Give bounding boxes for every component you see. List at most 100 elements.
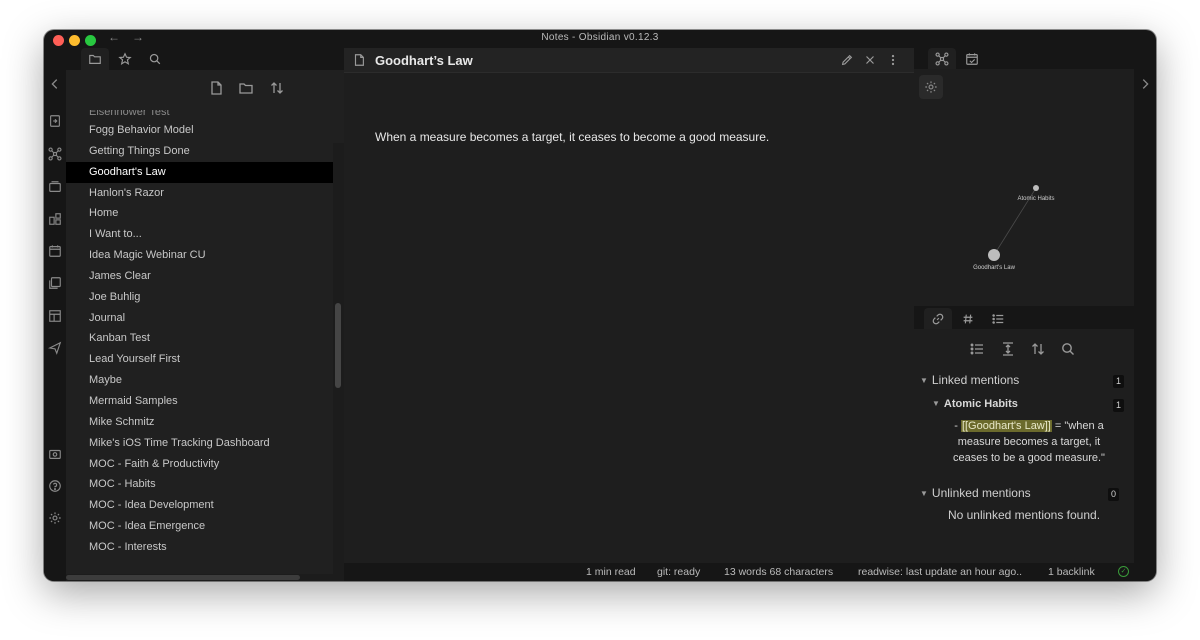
more-options-icon[interactable] (886, 53, 900, 67)
file-item-partial[interactable]: Eisenhower Test (66, 110, 333, 120)
sort-results-icon[interactable] (1030, 341, 1046, 357)
backlinks-pane: ▼ Linked mentions 1 ▼ Atomic Habits 1 - [[… (914, 329, 1134, 563)
plugin-icon[interactable] (48, 212, 62, 226)
file-item[interactable]: Idea Magic Webinar CU (66, 245, 333, 266)
vault-icon[interactable] (48, 447, 62, 461)
file-list-vertical-scrollbar[interactable] (333, 143, 344, 581)
local-graph-tab-icon[interactable] (928, 48, 956, 69)
starred-tab-icon[interactable] (111, 48, 139, 70)
status-bar: 1 min read git: ready 13 words 68 charac… (344, 563, 1134, 581)
source-note-label: Atomic Habits (943, 398, 1018, 410)
settings-icon[interactable] (48, 511, 62, 525)
graph-node-label: Goodhart's Law (973, 265, 1016, 271)
daily-note-icon[interactable] (48, 244, 62, 258)
search-results-icon[interactable] (1060, 341, 1076, 357)
right-sidebar: Atomic Habits Goodhart's Law ▼ Linked me… (914, 48, 1134, 563)
mention-link-highlight[interactable]: [[Goodhart's Law]] (960, 420, 1052, 432)
file-item[interactable]: Maybe (66, 370, 333, 391)
file-item[interactable]: James Clear (66, 266, 333, 287)
file-item[interactable]: Hanlon's Razor (66, 183, 333, 204)
vertical-scroll-thumb[interactable] (335, 303, 341, 388)
templates-icon[interactable] (48, 276, 62, 290)
explorer-actions (66, 80, 344, 100)
outline-tab-icon[interactable] (984, 308, 1012, 329)
file-item[interactable]: Home (66, 203, 333, 224)
file-item-active[interactable]: Goodhart's Law (66, 161, 333, 183)
file-item[interactable]: Journal (66, 308, 333, 329)
slides-icon[interactable] (48, 180, 62, 194)
file-item[interactable]: Kanban Test (66, 328, 333, 349)
mention-snippet[interactable]: - [[Goodhart's Law]] = "when a measure b… (944, 418, 1114, 466)
linked-source-note[interactable]: ▼ Atomic Habits (932, 398, 1018, 410)
send-icon[interactable] (48, 341, 62, 355)
new-folder-icon[interactable] (238, 80, 256, 98)
sort-icon[interactable] (269, 80, 287, 98)
file-item[interactable]: Lead Yourself First (66, 349, 333, 370)
sync-check-icon[interactable]: ✓ (1118, 566, 1129, 577)
editor-pane: Goodhart’s Law When a measure becomes a … (344, 48, 914, 563)
file-list-horizontal-scrollbar[interactable] (66, 574, 333, 581)
file-item[interactable]: MOC - Faith & Productivity (66, 454, 333, 475)
app-window: ← → Notes - Obsidian v0.12.3 Eisenhower … (44, 30, 1156, 581)
file-item[interactable]: MOC - Idea Emergence (66, 516, 333, 537)
collapse-left-icon[interactable] (48, 77, 62, 91)
file-item[interactable]: MOC - Idea Development (66, 495, 333, 516)
note-content[interactable]: When a measure becomes a target, it ceas… (375, 130, 769, 144)
file-item[interactable]: MOC - Habits (66, 474, 333, 495)
source-note-count: 1 (1113, 399, 1124, 412)
linked-mentions-count: 1 (1113, 375, 1124, 388)
graph-view-icon[interactable] (48, 147, 62, 161)
status-read-time: 1 min read (586, 566, 636, 578)
help-icon[interactable] (48, 479, 62, 493)
horizontal-scroll-thumb[interactable] (66, 575, 300, 580)
graph-settings-icon[interactable] (919, 75, 943, 99)
show-more-context-icon[interactable] (1000, 341, 1016, 357)
graph-node-goodharts-law (988, 249, 1000, 261)
left-ribbon (44, 48, 66, 581)
file-item[interactable]: Mike's iOS Time Tracking Dashboard (66, 433, 333, 454)
title-bar: ← → Notes - Obsidian v0.12.3 (44, 30, 1156, 48)
unlinked-mentions-header[interactable]: ▼ Unlinked mentions (920, 486, 1031, 500)
right-sidebar-top-tabs (914, 48, 1134, 69)
window-title: Notes - Obsidian v0.12.3 (541, 32, 659, 43)
new-note-icon[interactable] (208, 80, 226, 98)
search-tab-icon[interactable] (141, 48, 169, 70)
edit-pencil-icon[interactable] (840, 53, 854, 67)
file-item[interactable]: Mermaid Samples (66, 391, 333, 412)
file-item[interactable]: Getting Things Done (66, 141, 333, 162)
file-item[interactable]: Joe Buhlig (66, 287, 333, 308)
right-ribbon (1134, 48, 1156, 581)
backlinks-tab-icon[interactable] (924, 308, 952, 329)
view-header: Goodhart’s Law (344, 48, 914, 73)
linked-mentions-label: Linked mentions (931, 373, 1020, 387)
file-item[interactable]: Fogg Behavior Model (66, 120, 333, 141)
collapse-triangle-icon: ▼ (920, 489, 928, 498)
left-sidebar-tabs (66, 48, 344, 70)
note-title[interactable]: Goodhart’s Law (375, 53, 473, 68)
file-list: Eisenhower Test Fogg Behavior Model Gett… (66, 110, 333, 574)
file-item[interactable]: Mike Schmitz (66, 412, 333, 433)
linked-mentions-header[interactable]: ▼ Linked mentions (920, 373, 1019, 387)
status-readwise[interactable]: readwise: last update an hour ago.. (858, 566, 1022, 578)
graph-node-atomic-habits (1033, 185, 1039, 191)
status-word-count: 13 words 68 characters (724, 566, 834, 578)
local-graph-pane[interactable]: Atomic Habits Goodhart's Law (914, 69, 1134, 306)
collapse-right-icon[interactable] (1138, 77, 1152, 91)
calendar-tab-icon[interactable] (958, 48, 986, 69)
kanban-icon[interactable] (48, 309, 62, 323)
unlinked-mentions-label: Unlinked mentions (931, 486, 1031, 500)
unlinked-mentions-count: 0 (1108, 488, 1119, 501)
no-unlinked-message: No unlinked mentions found. (947, 508, 1101, 522)
collapse-results-icon[interactable] (969, 341, 985, 357)
collapse-triangle-icon: ▼ (920, 376, 928, 385)
status-backlinks[interactable]: 1 backlink (1048, 566, 1095, 578)
open-quick-switcher-icon[interactable] (48, 114, 62, 128)
tags-tab-icon[interactable] (954, 308, 982, 329)
file-explorer-tab-icon[interactable] (81, 48, 109, 70)
file-item[interactable]: MOC - Interests (66, 537, 333, 558)
file-item[interactable]: I Want to... (66, 224, 333, 245)
mention-prefix: - (954, 420, 961, 432)
graph-canvas[interactable]: Atomic Habits Goodhart's Law (914, 69, 1134, 306)
status-git[interactable]: git: ready (657, 566, 700, 578)
close-pane-icon[interactable] (863, 53, 877, 67)
